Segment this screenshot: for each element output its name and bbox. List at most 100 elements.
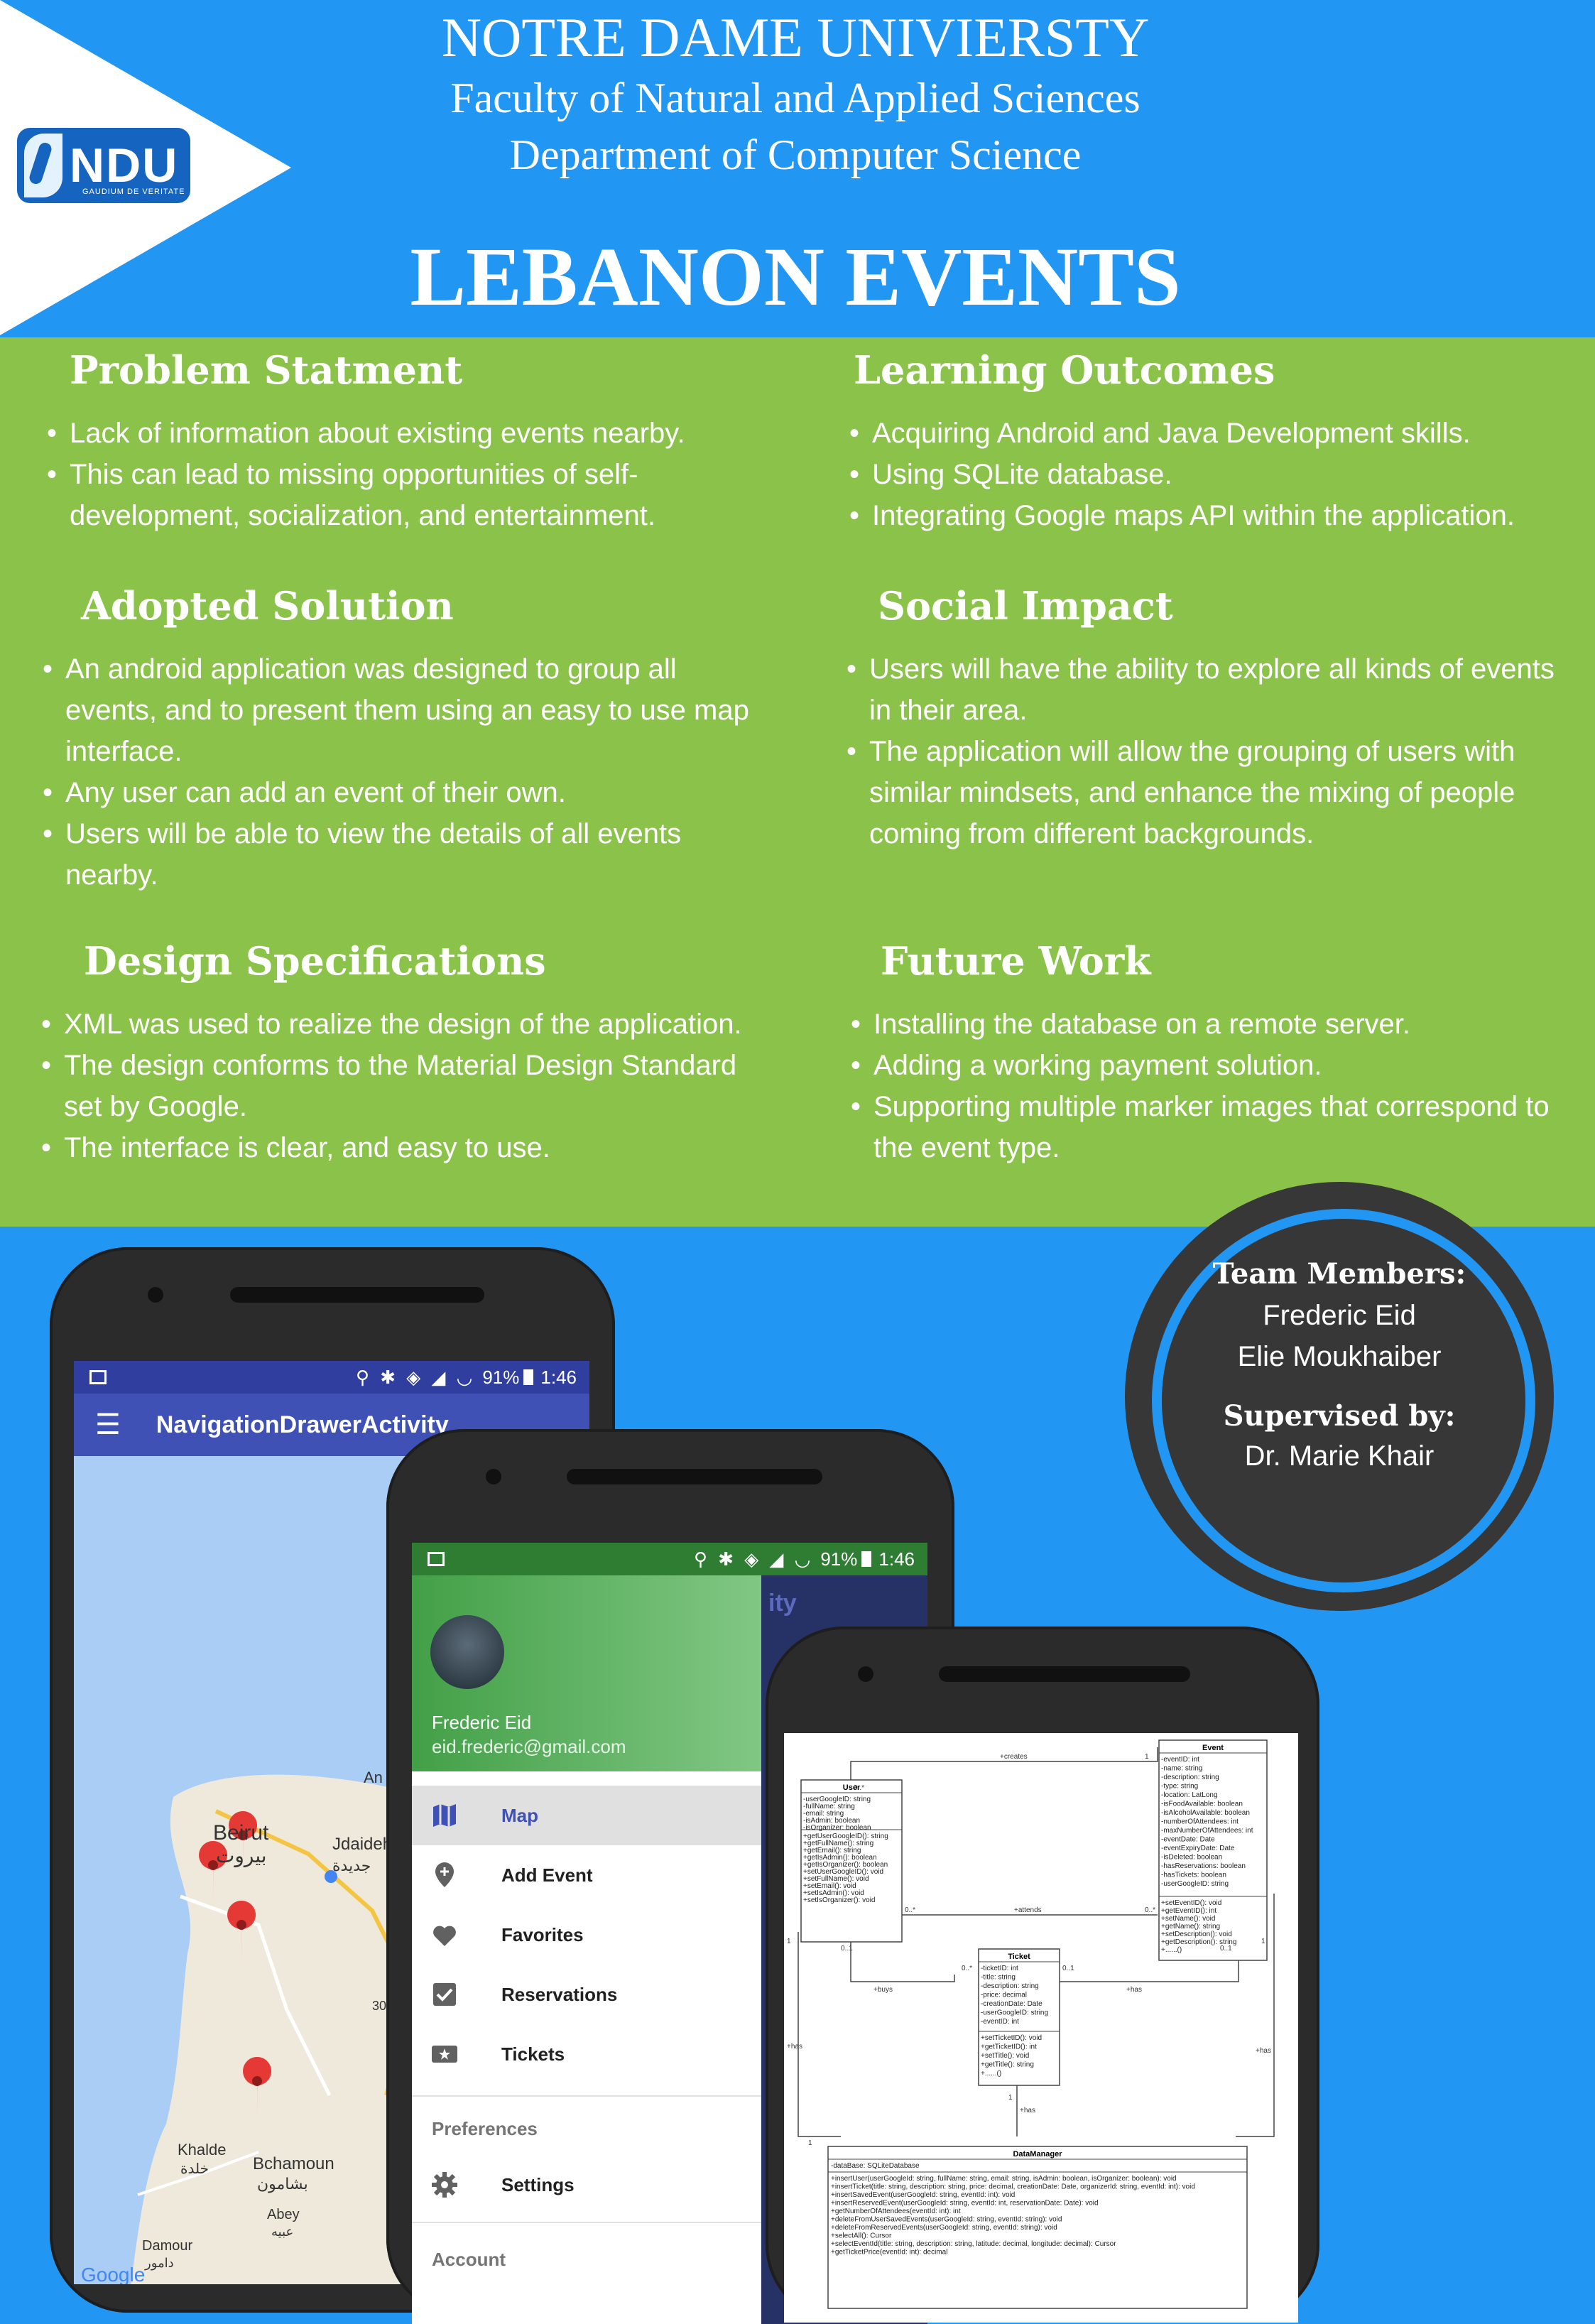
uml-member: -isDeleted: boolean [1161, 1854, 1222, 1862]
map-label: جديدة [332, 1857, 371, 1875]
list-item: An android application was designed to g… [41, 648, 751, 772]
uml-member: -type: string [1161, 1783, 1198, 1791]
uml-member: +getEventID(): int [1161, 1907, 1216, 1915]
uml-member: -isOrganizer: boolean [803, 1824, 871, 1832]
list-item: Using SQLite database. [848, 454, 1565, 495]
uml-assoc-label: +has [1126, 1986, 1142, 1994]
list-item: This can lead to missing opportunities o… [45, 454, 756, 536]
map-label: Jdaideh [332, 1835, 392, 1854]
list-item: Adding a working payment solution. [849, 1045, 1581, 1086]
uml-member: -hasTickets: boolean [1161, 1872, 1226, 1879]
uml-class-user: User -userGoogleID: string-fullName: str… [800, 1779, 903, 1943]
uml-member: +deleteFromReservedEvents(userGoogleId: … [831, 2224, 1057, 2232]
supervisor-heading: Supervised by: [1223, 1399, 1456, 1433]
uml-member: +getTicketPrice(eventId: int): decimal [831, 2249, 947, 2257]
phone-speaker [939, 1666, 1190, 1682]
problem-heading: Problem Statment [70, 347, 463, 393]
team-member: Frederic Eid [1263, 1300, 1416, 1331]
hamburger-menu-icon[interactable]: ☰ [95, 1408, 121, 1441]
status-bar: ⚲ ✱ ◈ ◢ ◡ 91% 1:46 [412, 1543, 927, 1575]
uml-screen: User -userGoogleID: string -fullName: str… [784, 1733, 1298, 2323]
map-label: دامور [144, 2256, 174, 2271]
uml-assoc-label: +has [1256, 2047, 1271, 2055]
uml-member: -numberOfAttendees: int [1161, 1818, 1239, 1826]
image-notif-icon [428, 1552, 445, 1566]
time-label: 1:46 [878, 1548, 915, 1570]
uml-member: +......() [1161, 1946, 1182, 1954]
uml-member: +setDescription(): void [1161, 1931, 1232, 1938]
ticket-icon [432, 2046, 457, 2063]
menu-item-map[interactable]: Map [412, 1786, 761, 1845]
menu-item-settings[interactable]: Settings [412, 2155, 761, 2215]
department-name: Department of Computer Science [509, 131, 1082, 178]
battery-icon [861, 1551, 872, 1567]
map-icon [433, 1804, 456, 1827]
uml-multiplicity: 1 [787, 1938, 791, 1945]
uml-member: -userGoogleID: string [981, 2009, 1048, 2017]
learning-heading: Learning Outcomes [854, 347, 1275, 393]
battery-icon [523, 1369, 534, 1385]
uml-member: -userGoogleID: string [1161, 1880, 1229, 1888]
map-label: Abey [267, 2207, 300, 2222]
menu-item-label: Add Event [501, 1864, 593, 1886]
uml-member: +getTicketID(): int [981, 2043, 1037, 2051]
uml-class-title: DataManager [1013, 2150, 1062, 2159]
app-bar-title: NavigationDrawerActivity [156, 1411, 449, 1438]
status-icons: ⚲ ✱ ◈ ◢ ◡ [693, 1548, 814, 1570]
map-label: Bchamoun [253, 2154, 334, 2173]
uml-multiplicity: 0..1 [1062, 1965, 1074, 1972]
phone-camera [858, 1666, 873, 1682]
drawer-header: Frederic Eid eid.frederic@gmail.com [412, 1575, 761, 1771]
behind-title-fragment: ity [768, 1590, 797, 1617]
uml-multiplicity: 0..* [905, 1906, 915, 1914]
gear-icon [432, 2172, 457, 2198]
uml-class-title: Ticket [1008, 1953, 1030, 1961]
team-member: Elie Moukhaiber [1237, 1341, 1442, 1372]
map-label: An [364, 1769, 383, 1786]
preferences-label: Preferences [432, 2118, 538, 2139]
learning-list: Acquiring Android and Java Development s… [848, 413, 1565, 536]
uml-assoc-label: +buys [873, 1986, 893, 1994]
status-icons: ⚲ ✱ ◈ ◢ ◡ [355, 1366, 476, 1388]
uml-member: +setTitle(): void [981, 2052, 1029, 2060]
menu-item-label: Map [501, 1804, 538, 1826]
phone-camera [486, 1469, 501, 1484]
design-heading: Design Specifications [84, 938, 546, 984]
uml-member: +setIsOrganizer(): void [803, 1896, 875, 1904]
avatar[interactable] [430, 1615, 504, 1689]
map-label: Beirut [213, 1821, 269, 1845]
uml-member: -isAlcoholAvailable: boolean [1161, 1809, 1250, 1817]
uml-class-title: Event [1202, 1744, 1224, 1752]
logo-text: NDU [70, 139, 179, 192]
uml-member: -eventExpiryDate: Date [1161, 1845, 1235, 1852]
uml-member: -ticketID: int [981, 1965, 1018, 1972]
account-label: Account [432, 2249, 506, 2270]
list-item: Integrating Google maps API within the a… [848, 495, 1565, 536]
supervisor-name: Dr. Marie Khair [1244, 1440, 1435, 1472]
menu-item-add-event[interactable]: Add Event [412, 1845, 761, 1905]
university-name: NOTRE DAME UNIVIERSTY [441, 6, 1150, 68]
list-item: Any user can add an event of their own. [41, 772, 751, 813]
menu-item-tickets[interactable]: Tickets [412, 2024, 761, 2084]
uml-member: -title: string [981, 1974, 1016, 1982]
uml-member: +deleteFromUserSavedEvents(userGoogleId:… [831, 2216, 1062, 2224]
uml-member: -isFoodAvailable: boolean [1161, 1801, 1243, 1808]
solution-list: An android application was designed to g… [41, 648, 751, 896]
uml-assoc-label: +creates [1000, 1753, 1028, 1761]
menu-item-favorites[interactable]: Favorites [412, 1905, 761, 1965]
map-label: Damour [142, 2238, 192, 2254]
menu-item-label: Settings [501, 2173, 575, 2195]
menu-item-reservations[interactable]: Reservations [412, 1965, 761, 2024]
uml-member: -price: decimal [981, 1992, 1027, 1999]
uml-multiplicity: 0..1 [1220, 1945, 1232, 1953]
user-email: eid.frederic@gmail.com [432, 1736, 626, 1757]
uml-multiplicity: 0..* [1145, 1906, 1155, 1914]
list-item: Users will have the ability to explore a… [845, 648, 1562, 731]
uml-class-datamanager: DataManager -dataBase: SQLiteDatabase +i… [827, 2146, 1248, 2309]
uml-multiplicity: 1 [808, 2139, 812, 2147]
map-label: 30 [372, 1999, 386, 2013]
phone-camera [148, 1287, 163, 1303]
menu-item-label: Reservations [501, 1983, 618, 2005]
uml-member: -name: string [1161, 1765, 1202, 1773]
uml-multiplicity: 1 [1145, 1753, 1149, 1761]
